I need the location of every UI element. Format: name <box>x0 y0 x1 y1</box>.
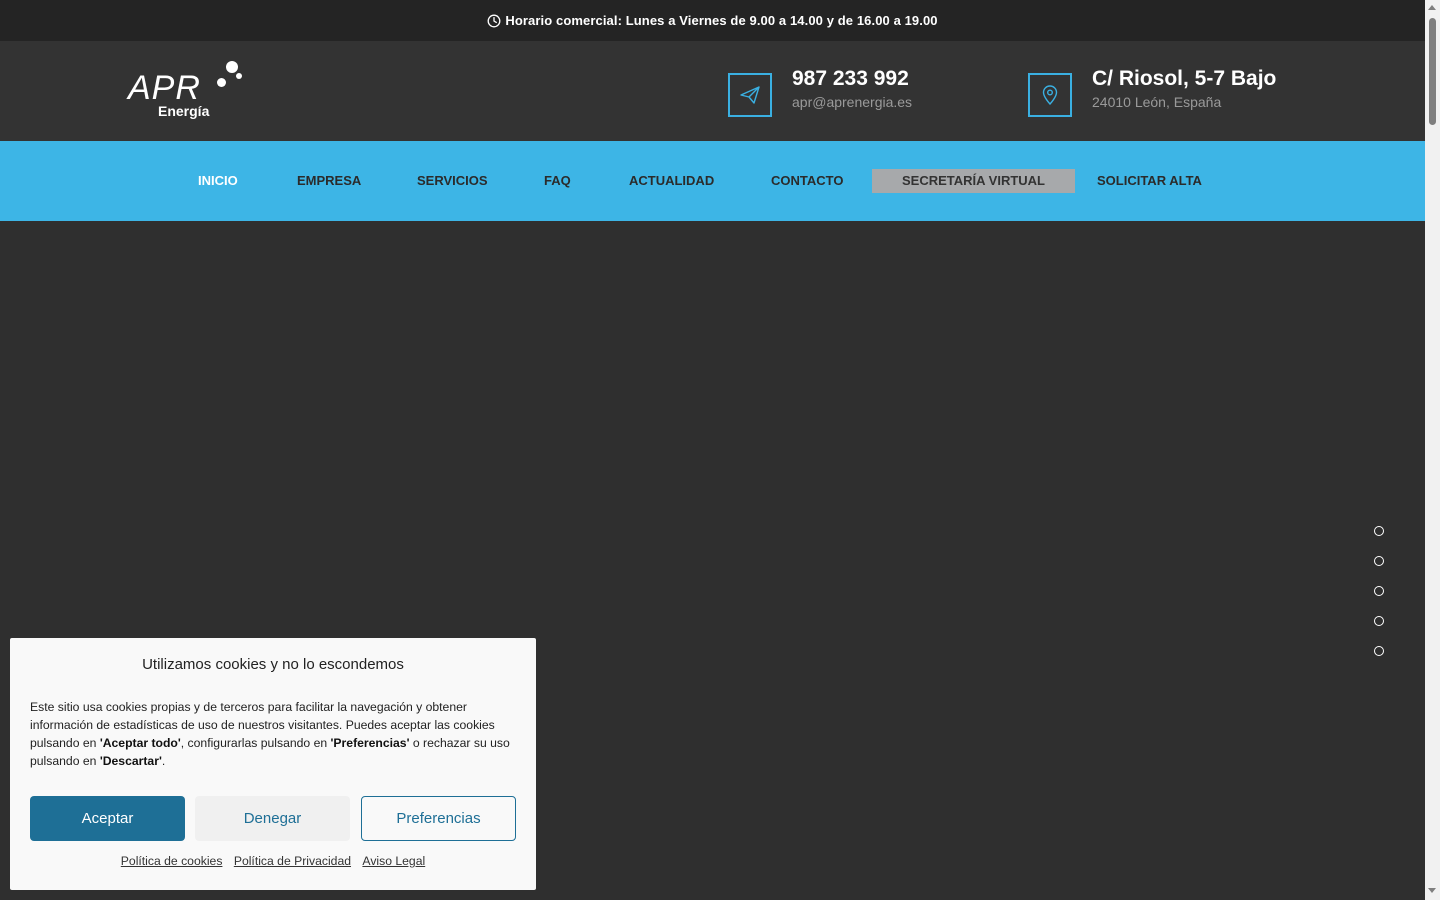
nav-item-empresa[interactable]: EMPRESA <box>297 141 361 221</box>
logo-dot <box>217 78 226 87</box>
cookie-text-part: . <box>161 754 166 768</box>
slider-dot[interactable] <box>1374 616 1384 626</box>
logo-subtitle: Energía <box>158 103 210 119</box>
main-navigation: INICIO EMPRESA SERVICIOS FAQ ACTUALIDAD … <box>0 141 1425 221</box>
business-hours-text: Horario comercial: Lunes a Viernes de 9.… <box>505 13 938 28</box>
legal-notice-link[interactable]: Aviso Legal <box>362 854 425 868</box>
address-city: 24010 León, España <box>1092 94 1222 110</box>
phone-number[interactable]: 987 233 992 <box>792 67 909 91</box>
slider-dot[interactable] <box>1374 526 1384 536</box>
accept-cookies-button[interactable]: Aceptar <box>30 796 185 841</box>
cookie-preferences-button[interactable]: Preferencias <box>361 796 516 841</box>
location-pin-icon <box>1028 73 1072 117</box>
logo-dot <box>226 61 238 73</box>
slider-dot[interactable] <box>1374 646 1384 656</box>
slider-dot[interactable] <box>1374 586 1384 596</box>
deny-cookies-button[interactable]: Denegar <box>195 796 350 841</box>
cookie-banner-text: Este sitio usa cookies propias y de terc… <box>30 698 520 770</box>
nav-item-actualidad[interactable]: ACTUALIDAD <box>629 141 714 221</box>
cookie-policy-links: Política de cookies Política de Privacid… <box>10 854 536 868</box>
scroll-up-arrow-icon[interactable] <box>1428 5 1436 10</box>
nav-item-contacto[interactable]: CONTACTO <box>771 141 843 221</box>
scroll-down-arrow-icon[interactable] <box>1428 888 1436 893</box>
logo-wordmark: APR <box>128 69 201 107</box>
slider-dot[interactable] <box>1374 556 1384 566</box>
privacy-policy-link[interactable]: Política de Privacidad <box>234 854 351 868</box>
apr-energia-logo[interactable]: APR Energía <box>126 59 246 123</box>
top-info-bar: Horario comercial: Lunes a Viernes de 9.… <box>0 0 1425 41</box>
paper-plane-icon <box>728 73 772 117</box>
cookie-policy-link[interactable]: Política de cookies <box>121 854 223 868</box>
cookie-text-accept: 'Aceptar todo' <box>99 736 181 750</box>
scrollbar-thumb[interactable] <box>1429 18 1436 125</box>
nav-item-servicios[interactable]: SERVICIOS <box>417 141 488 221</box>
email-address[interactable]: apr@aprenergia.es <box>792 93 912 111</box>
cookie-consent-banner: Utilizamos cookies y no lo escondemos Es… <box>10 638 536 890</box>
cookie-text-prefs: 'Preferencias' <box>330 736 410 750</box>
cookie-text-deny: 'Descartar' <box>99 754 162 768</box>
page: Horario comercial: Lunes a Viernes de 9.… <box>0 0 1425 900</box>
clock-icon <box>487 14 501 28</box>
page-scrollbar[interactable] <box>1425 0 1440 900</box>
address-line: C/ Riosol, 5-7 Bajo <box>1092 67 1277 90</box>
nav-item-inicio[interactable]: INICIO <box>198 141 238 221</box>
site-header: APR Energía 987 233 992 apr@aprenergia.e… <box>0 41 1425 141</box>
nav-item-secretaria-virtual[interactable]: SECRETARÍA VIRTUAL <box>872 169 1075 193</box>
nav-item-faq[interactable]: FAQ <box>544 141 571 221</box>
logo-dot <box>236 73 242 79</box>
cookie-banner-title: Utilizamos cookies y no lo escondemos <box>142 656 404 673</box>
cookie-text-part: , configurarlas pulsando en <box>180 736 331 750</box>
nav-item-solicitar-alta[interactable]: SOLICITAR ALTA <box>1097 141 1202 221</box>
